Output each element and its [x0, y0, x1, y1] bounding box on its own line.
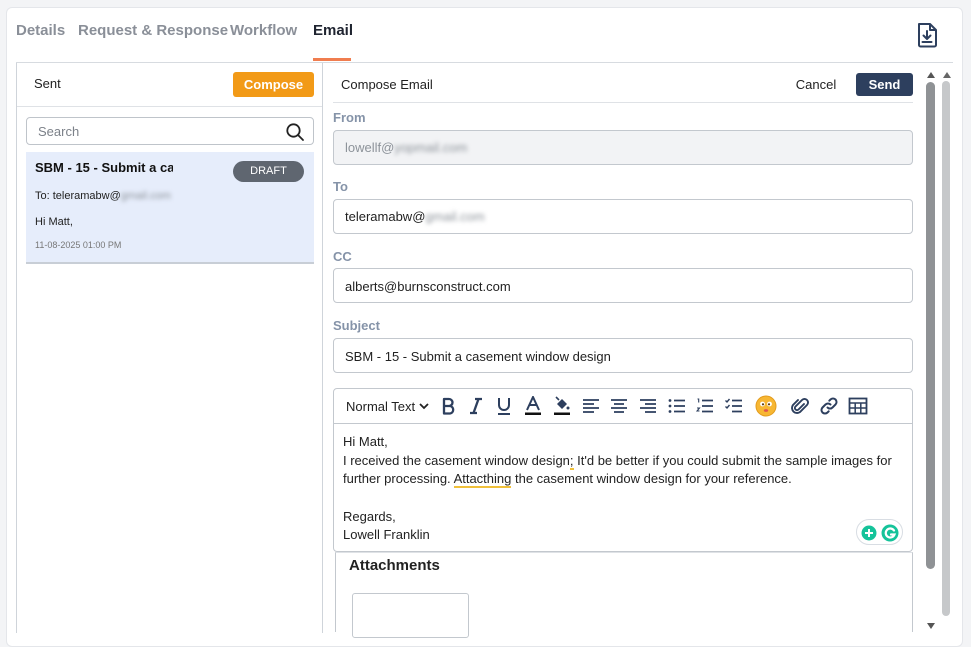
cc-label: CC [333, 249, 352, 264]
attach-icon[interactable] [789, 394, 811, 418]
checklist-icon[interactable] [723, 394, 745, 418]
from-field: lowellf@yopmail.com [333, 130, 913, 165]
send-button[interactable]: Send [856, 73, 913, 96]
subject-label: Subject [333, 318, 380, 333]
folder-label: Sent [34, 76, 61, 91]
attachments-section: Attachments [335, 552, 913, 638]
scrollbar-thumb[interactable] [926, 82, 935, 569]
align-center-icon[interactable] [608, 394, 630, 418]
mail-preview: Hi Matt, [35, 216, 73, 228]
compose-title: Compose Email [341, 77, 433, 92]
highlight-icon[interactable] [551, 394, 573, 418]
emoji-icon[interactable] [754, 394, 778, 418]
grammarly-icon[interactable] [856, 519, 903, 545]
italic-icon[interactable] [466, 394, 486, 418]
bullet-list-icon[interactable] [666, 394, 688, 418]
tab-request-response[interactable]: Request & Response [78, 22, 228, 39]
attachment-dropzone[interactable] [352, 593, 469, 638]
text-color-icon[interactable] [522, 394, 544, 418]
search-icon[interactable] [285, 122, 305, 142]
subject-input[interactable] [345, 348, 895, 364]
underline-icon[interactable] [494, 394, 514, 418]
align-right-icon[interactable] [637, 394, 659, 418]
from-value: lowellf@yopmail.com [345, 140, 468, 155]
search-box [26, 117, 314, 145]
to-value: teleramabw@gmail.com [345, 209, 485, 224]
list-item[interactable]: SBM - 15 - Submit a case DRAFT To: teler… [26, 152, 314, 264]
scrollbar[interactable] [923, 63, 953, 633]
numbered-list-icon[interactable] [694, 394, 716, 418]
tab-email[interactable]: Email [313, 22, 353, 39]
mail-list-header: Sent Compose [17, 63, 322, 107]
cc-input[interactable] [345, 278, 895, 294]
attachments-title: Attachments [349, 557, 440, 574]
active-tab-indicator [313, 58, 351, 61]
body-line: I received the casement window design; I… [343, 452, 892, 470]
outer-scrollbar-thumb[interactable] [942, 81, 950, 616]
rich-text-editor: Normal Text Hi Matt, I received the case… [333, 388, 913, 552]
mail-subject: SBM - 15 - Submit a case [35, 160, 173, 175]
link-icon[interactable] [818, 394, 840, 418]
chevron-down-icon [419, 403, 429, 410]
compose-header-divider [333, 102, 913, 103]
status-badge: DRAFT [233, 161, 304, 182]
body-line: further processing. Attacthing the casem… [343, 471, 792, 488]
cc-field [333, 268, 913, 303]
body-regards: Regards, [343, 508, 396, 524]
tab-workflow[interactable]: Workflow [230, 22, 297, 39]
tab-details[interactable]: Details [16, 22, 65, 39]
scroll-up-icon[interactable] [926, 67, 936, 78]
search-input[interactable] [38, 123, 278, 140]
from-label: From [333, 110, 366, 125]
mail-list-panel: Sent Compose SBM - 15 - Submit a case DR… [16, 63, 323, 633]
to-label: To [333, 179, 348, 194]
cancel-button[interactable]: Cancel [790, 73, 842, 95]
bold-icon[interactable] [438, 394, 458, 418]
subject-field [333, 338, 913, 373]
download-document-icon[interactable] [913, 21, 941, 49]
editor-toolbar: Normal Text [334, 389, 912, 424]
text-style-select[interactable]: Normal Text [346, 394, 430, 418]
mail-recipient: To: teleramabw@gmail.com [35, 190, 171, 202]
body-greeting: Hi Matt, [343, 434, 388, 449]
body-signature: Lowell Franklin [343, 527, 430, 542]
body-spacer [343, 489, 898, 508]
mail-date: 11-08-2025 01:00 PM [35, 240, 122, 250]
email-body[interactable]: Hi Matt, I received the casement window … [343, 433, 898, 545]
scroll-up-icon[interactable] [942, 67, 952, 78]
align-left-icon[interactable] [580, 394, 602, 418]
to-field[interactable]: teleramabw@gmail.com [333, 199, 913, 234]
compose-button[interactable]: Compose [233, 72, 314, 97]
table-icon[interactable] [847, 394, 869, 418]
